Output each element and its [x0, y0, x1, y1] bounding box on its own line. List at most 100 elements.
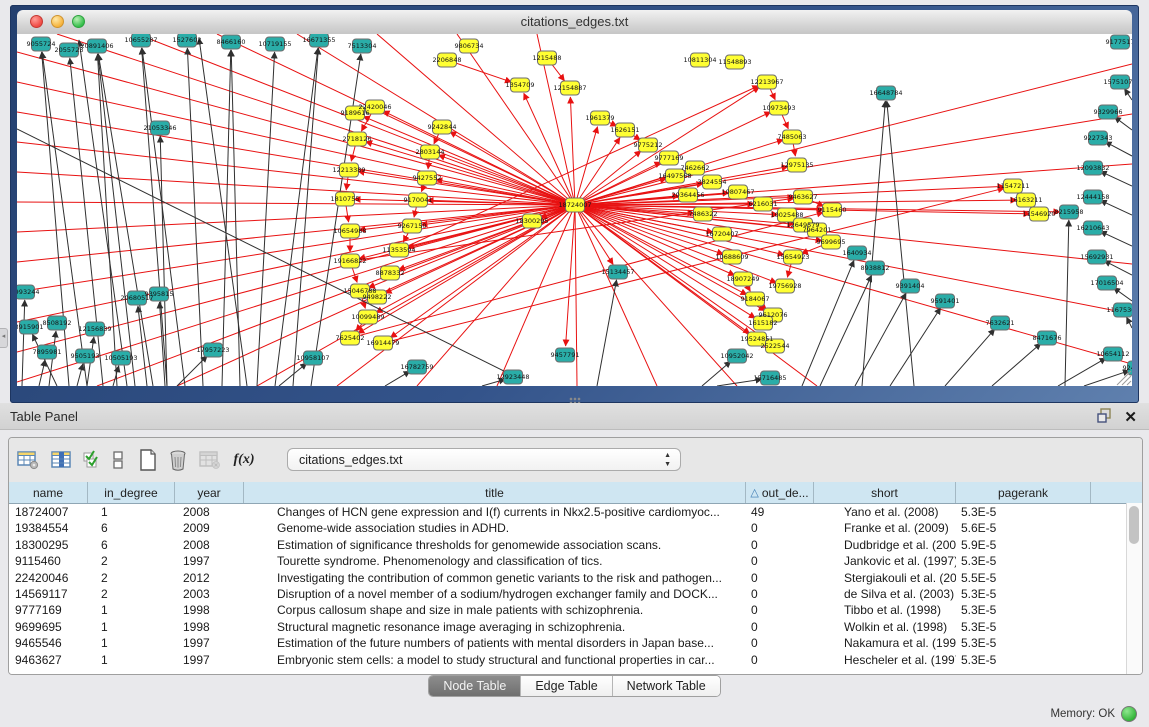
column-header-short[interactable]: short [814, 482, 956, 503]
svg-text:3824554: 3824554 [698, 178, 727, 186]
svg-text:7485063: 7485063 [778, 133, 807, 141]
svg-text:15692931: 15692931 [1080, 253, 1113, 261]
network-canvas[interactable]: 1872400790557242055723208914061065528715… [17, 34, 1132, 386]
table-cell: 2008 [175, 537, 244, 553]
table-cell: 5.3E-5 [956, 602, 1091, 618]
tab-network-table[interactable]: Network Table [613, 676, 720, 696]
table-row[interactable]: 911546021997Tourette syndrome. Phenomeno… [9, 553, 1142, 569]
table-cell: 1 [88, 652, 175, 668]
column-header-name[interactable]: name [9, 482, 88, 503]
row-height-icon[interactable] [105, 447, 131, 473]
svg-text:11353594: 11353594 [382, 246, 415, 254]
svg-text:10952042: 10952042 [720, 352, 753, 360]
column-header-out_de[interactable]: △out_de... [746, 482, 814, 503]
svg-text:9591401: 9591401 [931, 297, 960, 305]
svg-text:18300295: 18300295 [515, 217, 548, 225]
table-row[interactable]: 1456911722003Disruption of a novel membe… [9, 586, 1142, 602]
svg-text:9427552: 9427552 [413, 174, 442, 182]
table-cell: Wolkin et al. (1998) [814, 619, 956, 635]
import-table-icon[interactable] [197, 447, 223, 473]
svg-text:1527602: 1527602 [173, 36, 202, 44]
table-cell: 9465546 [9, 635, 88, 651]
table-scrollbar[interactable] [1126, 503, 1142, 674]
svg-text:4993244: 4993244 [17, 288, 39, 296]
svg-text:15716485: 15716485 [753, 374, 786, 382]
svg-text:11546920: 11546920 [1022, 210, 1055, 218]
svg-text:16648784: 16648784 [869, 89, 902, 97]
svg-text:11547211: 11547211 [996, 182, 1029, 190]
scrollbar-thumb[interactable] [1129, 506, 1139, 544]
column-header-year[interactable]: year [175, 482, 244, 503]
table-cell: 0 [746, 619, 814, 635]
svg-text:9177517: 9177517 [1106, 38, 1132, 46]
table-cell: 2008 [175, 504, 244, 520]
svg-text:10719155: 10719155 [258, 40, 291, 48]
table-cell: 0 [746, 635, 814, 651]
table-cell: 9115460 [9, 553, 88, 569]
table-row[interactable]: 2242004622012Investigating the contribut… [9, 570, 1142, 586]
table-cell: Dudbridge et al. (2008) [814, 537, 956, 553]
table-cell: 0 [746, 553, 814, 569]
table-cell: Disruption of a novel member of a sodium… [244, 586, 746, 602]
table-row[interactable]: 946362711997Embryonic stem cells: a mode… [9, 652, 1142, 668]
table-cell: 0 [746, 570, 814, 586]
close-panel-icon[interactable]: ✕ [1124, 410, 1137, 426]
column-header-in_degree[interactable]: in_degree [88, 482, 175, 503]
table-cell: 0 [746, 520, 814, 536]
svg-text:10688609: 10688609 [715, 253, 748, 261]
svg-text:1640934: 1640934 [843, 249, 872, 257]
table-header-row: namein_degreeyeartitle△out_de...shortpag… [9, 482, 1142, 504]
table-cell: 5.5E-5 [956, 570, 1091, 586]
left-panel-collapse-handle[interactable]: ◂ [0, 328, 8, 348]
column-header-title[interactable]: title [244, 482, 746, 503]
table-cell: Estimation of the future numbers of pati… [244, 635, 746, 651]
svg-text:3915901: 3915901 [17, 323, 43, 331]
svg-text:2206848: 2206848 [433, 56, 462, 64]
new-table-icon[interactable] [135, 447, 161, 473]
svg-text:7513304: 7513304 [348, 42, 377, 50]
svg-text:10505193: 10505193 [104, 354, 137, 362]
column-header-pagerank[interactable]: pagerank [956, 482, 1091, 503]
table-selector-dropdown[interactable]: citations_edges.txt ▲▼ [287, 448, 681, 471]
table-cell: 5.3E-5 [956, 586, 1091, 602]
table-mode-icon[interactable] [15, 447, 41, 473]
table-row[interactable]: 977716911998Corpus callosum shape and si… [9, 602, 1142, 618]
svg-text:9612076: 9612076 [759, 311, 788, 319]
table-cell: 5.3E-5 [956, 635, 1091, 651]
svg-text:9806734: 9806734 [455, 42, 484, 50]
tab-node-table[interactable]: Node Table [429, 676, 521, 696]
table-cell: 5.3E-5 [956, 652, 1091, 668]
table-row[interactable]: 969969511998Structural magnetic resonanc… [9, 619, 1142, 635]
table-cell: Investigating the contribution of common… [244, 570, 746, 586]
tab-edge-table[interactable]: Edge Table [521, 676, 612, 696]
svg-text:10025488: 10025488 [770, 211, 803, 219]
svg-text:20891406: 20891406 [80, 42, 113, 50]
svg-text:9777169: 9777169 [655, 154, 684, 162]
svg-text:7632621: 7632621 [986, 319, 1015, 327]
delete-table-icon[interactable] [165, 447, 191, 473]
svg-text:9055724: 9055724 [27, 40, 56, 48]
table-cell: 0 [746, 652, 814, 668]
svg-text:9227343: 9227343 [1084, 134, 1113, 142]
svg-text:18907249: 18907249 [726, 275, 759, 283]
table-cell: 14569117 [9, 586, 88, 602]
select-all-icon[interactable] [79, 447, 105, 473]
svg-text:16497568: 16497568 [658, 172, 691, 180]
svg-text:8938812: 8938812 [861, 264, 890, 272]
svg-text:21053346: 21053346 [143, 124, 176, 132]
float-panel-icon[interactable] [1097, 408, 1112, 428]
table-row[interactable]: 1872400712008Changes of HCN gene express… [9, 504, 1142, 520]
table-cell: 18724007 [9, 504, 88, 520]
svg-text:9267150: 9267150 [398, 222, 427, 230]
table-cell: 1 [88, 619, 175, 635]
svg-text:9395815: 9395815 [145, 290, 174, 298]
show-columns-icon[interactable] [49, 447, 75, 473]
network-window-titlebar[interactable]: citations_edges.txt [17, 10, 1132, 35]
table-row[interactable]: 1830029562008Estimation of significance … [9, 537, 1142, 553]
table-row[interactable]: 946554611997Estimation of the future num… [9, 635, 1142, 651]
svg-text:7625402: 7625402 [336, 334, 365, 342]
svg-text:1215488: 1215488 [533, 54, 562, 62]
table-row[interactable]: 1938455462009Genome-wide association stu… [9, 520, 1142, 536]
svg-text:12975135: 12975135 [780, 161, 813, 169]
function-builder-icon[interactable]: f(x) [231, 447, 257, 473]
